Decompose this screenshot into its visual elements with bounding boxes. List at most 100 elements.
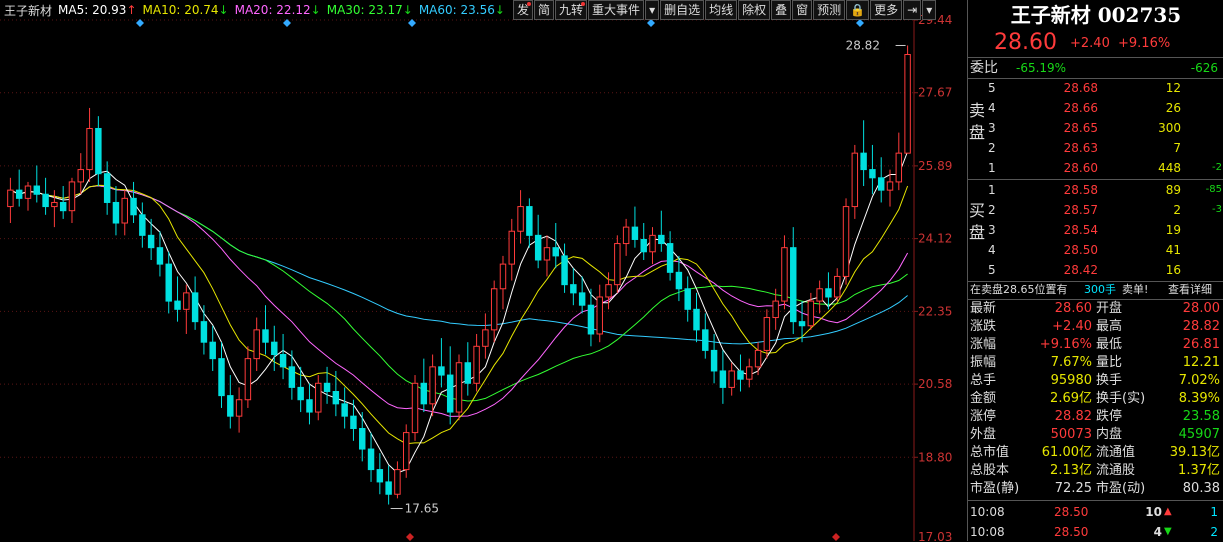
candle-body	[570, 284, 577, 294]
stat-value: 26.81	[1182, 337, 1220, 352]
candle-body	[649, 234, 656, 253]
level-label: 1	[988, 183, 996, 197]
tick-volume: 4	[1153, 525, 1162, 539]
buy-side-label: 买盘	[968, 201, 985, 242]
toolbar-jian-button[interactable]: 简	[534, 0, 555, 20]
volume-diff: -2	[1212, 162, 1222, 173]
stat-row: 涨幅 +9.16% 最低 26.81	[968, 336, 1223, 354]
ask-row[interactable]: 5 28.68 12	[986, 78, 1223, 98]
candle-body	[271, 341, 278, 356]
toolbar-remove-watchlist-button[interactable]: 删自选	[660, 0, 705, 20]
tick-count: 2	[1210, 525, 1218, 539]
sell-side-label: 卖盘	[968, 101, 985, 142]
stat-label: 涨幅	[970, 337, 997, 352]
stat-row: 金额 2.69亿 换手(实) 8.39%	[968, 390, 1223, 408]
bid-row[interactable]: 2 28.57 2 -3	[986, 200, 1223, 220]
stat-value: 2.13亿	[1050, 463, 1092, 478]
order-price: 28.42	[1063, 263, 1098, 277]
candle-body	[359, 427, 366, 450]
candle-body	[675, 271, 683, 290]
toolbar-events-dropdown[interactable]: ▾	[645, 0, 660, 20]
bid-row[interactable]: 3 28.54 19	[986, 220, 1223, 240]
stat-label: 量比	[1096, 355, 1123, 370]
toolbar-forecast-button[interactable]: 预测	[813, 0, 846, 20]
stat-value: 28.82	[1182, 319, 1220, 334]
candlestick-chart[interactable]: 29.4427.6725.8924.1222.3520.5818.8017.03…	[0, 0, 967, 541]
candle-body	[772, 300, 779, 319]
chevron-down-icon[interactable]: ▾	[922, 0, 937, 20]
candle-body	[825, 288, 832, 298]
stat-label: 涨跌	[970, 319, 997, 334]
candle-body	[728, 370, 735, 388]
toolbar-more-button[interactable]: 更多	[870, 0, 903, 20]
order-volume: 12	[1165, 81, 1181, 95]
toolbar-fa-button[interactable]: 发	[513, 0, 534, 20]
candle-body	[191, 292, 199, 323]
stat-label: 振幅	[970, 355, 997, 370]
level-label: 2	[988, 141, 996, 155]
stat-label: 流通股	[1096, 463, 1136, 478]
stat-value: 23.58	[1182, 409, 1220, 424]
candle-body	[543, 247, 551, 261]
order-price: 28.60	[1063, 161, 1098, 175]
stat-label: 换手(实)	[1096, 391, 1146, 406]
price-header: 28.60 +2.40 +9.16%	[968, 30, 1223, 56]
ask-row[interactable]: 3 28.65 300	[986, 118, 1223, 138]
candle-body	[781, 247, 788, 302]
order-volume: 448	[1158, 161, 1181, 175]
toolbar-overlay-button[interactable]: 叠	[771, 0, 792, 20]
candle-body	[7, 189, 14, 208]
stat-row: 最新 28.60 开盘 28.00	[968, 300, 1223, 318]
quote-panel: 王子新材 002735 28.60 +2.40 +9.16% 委比 -65.19…	[967, 0, 1223, 541]
candle-body	[614, 243, 621, 286]
y-tick-label: 22.35	[918, 304, 952, 318]
candle-body	[658, 234, 665, 245]
notice-text: 在卖盘28.65位置有	[970, 283, 1068, 296]
stat-value: +2.40	[1052, 319, 1092, 334]
ask-row[interactable]: 1 28.60 448 -2	[986, 158, 1223, 178]
lock-icon[interactable]: 🔒	[846, 0, 870, 20]
toolbar-major-events-button[interactable]: 重大事件	[588, 0, 645, 20]
bid-row[interactable]: 5 28.42 16	[986, 260, 1223, 280]
order-volume: 26	[1165, 101, 1181, 115]
order-volume: 300	[1158, 121, 1181, 135]
stat-row: 振幅 7.67% 量比 12.21	[968, 354, 1223, 372]
stat-value: 95980	[1050, 373, 1092, 388]
candle-body	[605, 284, 612, 298]
toolbar-window-button[interactable]: 窗	[792, 0, 813, 20]
tick-time: 10:08	[970, 525, 1005, 539]
y-tick-label: 17.03	[918, 530, 952, 541]
candle-body	[499, 263, 507, 290]
expand-panel-icon[interactable]: ⇥	[903, 0, 922, 20]
toolbar-exright-button[interactable]: 除权	[738, 0, 771, 20]
candle-body	[235, 399, 243, 417]
order-price: 28.63	[1063, 141, 1098, 155]
view-detail-link[interactable]: 查看详细	[1168, 282, 1212, 298]
candle-body	[622, 226, 630, 245]
order-volume: 19	[1165, 223, 1181, 237]
candle-body	[552, 247, 559, 257]
order-price: 28.65	[1063, 121, 1098, 135]
candle-body	[710, 349, 718, 372]
stat-value: 7.02%	[1178, 373, 1220, 388]
candle-body	[666, 243, 674, 273]
candle-body	[790, 247, 797, 323]
ask-row[interactable]: 4 28.66 26	[986, 98, 1223, 118]
order-price: 28.58	[1063, 183, 1098, 197]
stat-label: 总市值	[970, 445, 1010, 460]
y-tick-label: 24.12	[918, 232, 952, 246]
stock-name-label: 王子新材	[4, 3, 53, 18]
stat-value: 28.82	[1054, 409, 1092, 424]
level-label: 3	[988, 223, 996, 237]
bid-row[interactable]: 1 28.58 89 -85	[986, 180, 1223, 200]
tick-price: 28.50	[1054, 505, 1089, 519]
toolbar-ma-button[interactable]: 均线	[705, 0, 738, 20]
bid-row[interactable]: 4 28.50 41	[986, 240, 1223, 260]
stat-label: 最高	[1096, 319, 1123, 334]
ask-row[interactable]: 2 28.63 7	[986, 138, 1223, 158]
toolbar-jiuzhuan-button[interactable]: 九转	[555, 0, 588, 20]
candle-body	[754, 349, 762, 368]
level-label: 4	[988, 243, 996, 257]
arrow-down-icon: ▼	[1164, 526, 1172, 537]
ma30-label: MA30: 23.17↓	[326, 3, 413, 17]
